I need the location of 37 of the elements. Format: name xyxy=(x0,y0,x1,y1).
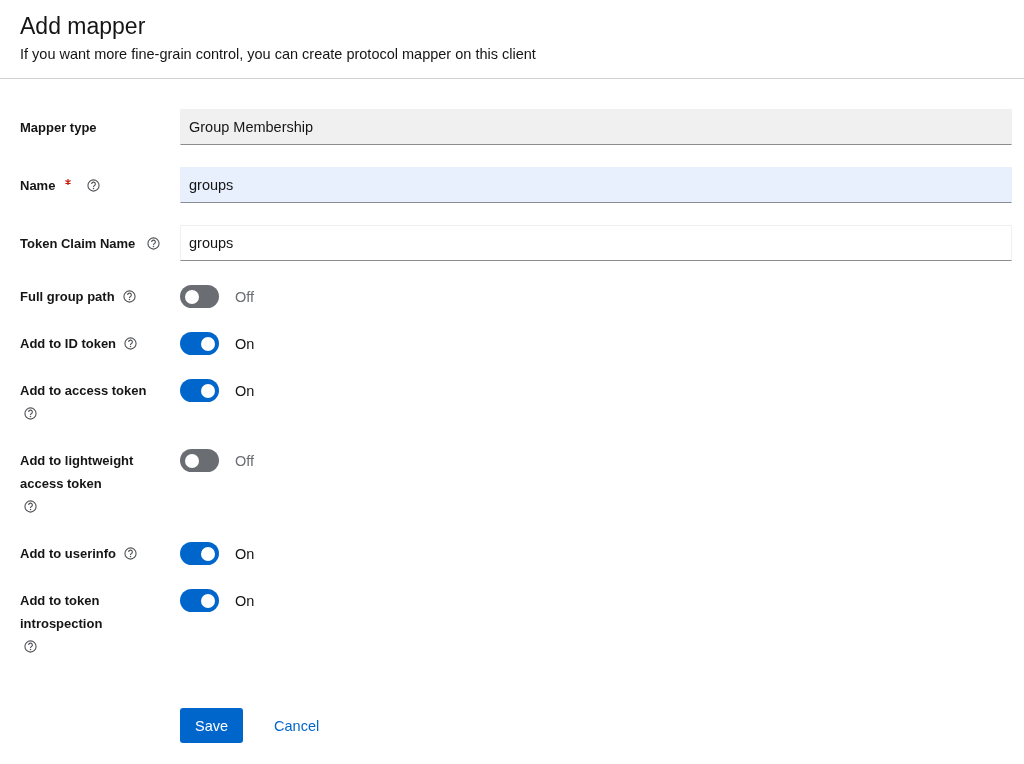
field-label: Mapper type xyxy=(20,119,97,135)
switch-label: Add to token introspection xyxy=(20,592,104,633)
toggle-switch[interactable] xyxy=(180,542,219,565)
toggle-switch[interactable] xyxy=(180,332,219,355)
help-icon[interactable] xyxy=(122,290,136,303)
switch-state-text: On xyxy=(235,382,255,399)
help-icon[interactable] xyxy=(24,500,37,513)
toggle-switch[interactable] xyxy=(180,285,219,308)
help-icon[interactable] xyxy=(86,178,100,192)
switch-state-text: On xyxy=(235,335,255,352)
save-button[interactable]: Save xyxy=(180,708,244,743)
text-field[interactable]: Group Membership xyxy=(180,109,1012,145)
field-label: Token Claim Name xyxy=(20,235,136,251)
switch-label: Add to access token xyxy=(20,382,147,400)
help-icon[interactable] xyxy=(124,337,138,350)
help-icon[interactable] xyxy=(147,236,160,250)
switch-label: Add to ID token xyxy=(20,335,117,353)
toggle-switch[interactable] xyxy=(180,589,219,612)
help-icon[interactable] xyxy=(24,640,37,653)
page-subtitle: If you want more fine-grain control, you can create protocol mapper on this client xyxy=(20,45,537,64)
switch-state-text: On xyxy=(235,545,255,562)
page-title: Add mapper xyxy=(20,12,147,40)
field-label: Name xyxy=(20,177,56,193)
help-icon[interactable] xyxy=(24,407,37,420)
help-icon[interactable] xyxy=(124,547,138,560)
text-field[interactable]: groups xyxy=(180,167,1012,203)
required-asterisk-icon xyxy=(65,177,72,185)
toggle-switch[interactable] xyxy=(180,449,219,472)
toggle-switch[interactable] xyxy=(180,379,219,402)
cancel-link[interactable]: Cancel xyxy=(274,717,320,734)
switch-state-text: On xyxy=(235,592,255,609)
switch-state-text: Off xyxy=(235,452,255,469)
switch-label: Full group path xyxy=(20,288,115,306)
switch-label: Add to userinfo xyxy=(20,545,117,563)
switch-state-text: Off xyxy=(235,288,255,305)
text-field[interactable]: groups xyxy=(180,225,1012,261)
switch-label: Add to lightweight access token xyxy=(20,452,135,493)
